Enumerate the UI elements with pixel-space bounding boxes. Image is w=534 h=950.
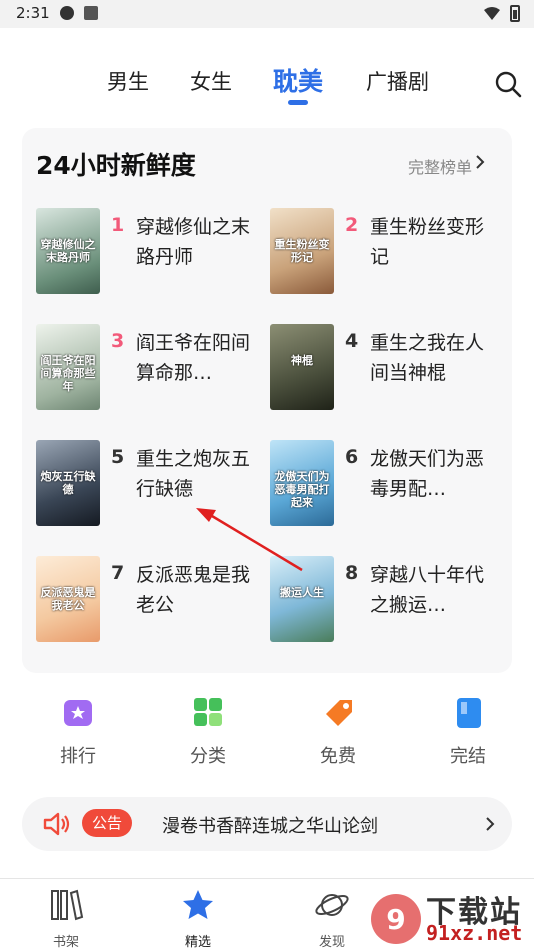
- book-item[interactable]: 反派恶鬼是我老公 7 反派恶鬼是我老公: [36, 556, 266, 646]
- book-title[interactable]: 重生粉丝变形记: [370, 212, 485, 272]
- book-title[interactable]: 重生之炮灰五行缺德: [136, 444, 251, 504]
- book-cover[interactable]: 重生粉丝变形记: [270, 208, 334, 294]
- rank-number: 7: [111, 562, 125, 584]
- tag-icon: [326, 700, 352, 726]
- book-cover[interactable]: 反派恶鬼是我老公: [36, 556, 100, 642]
- book-title[interactable]: 阎王爷在阳间算命那…: [136, 328, 251, 388]
- ranking-title: 24小时新鲜度: [36, 151, 196, 180]
- rank-number: 3: [111, 330, 125, 352]
- app-notification-icon: [60, 6, 74, 20]
- book-cover[interactable]: 穿越修仙之末路丹师: [36, 208, 100, 294]
- book-title[interactable]: 龙傲天们为恶毒男配…: [370, 444, 485, 504]
- svg-text:9: 9: [386, 903, 405, 936]
- book-icon: [457, 698, 481, 728]
- book-item[interactable]: 阎王爷在阳间算命那些年 3 阎王爷在阳间算命那…: [36, 324, 266, 414]
- battery-icon: [510, 5, 520, 22]
- book-title[interactable]: 反派恶鬼是我老公: [136, 560, 251, 620]
- status-bar: 2:31: [0, 0, 534, 28]
- category-tabs: 男生 女生 耽美 广播剧: [0, 60, 534, 108]
- rank-number: 6: [345, 446, 359, 468]
- rank-number: 1: [111, 214, 125, 236]
- star-icon: [183, 890, 213, 919]
- watermark-logo: 9 下载站 91xz.net: [364, 885, 534, 950]
- search-icon[interactable]: [494, 70, 522, 98]
- a-notification-icon: [84, 6, 98, 20]
- rank-number: 8: [345, 562, 359, 584]
- shortcut-completed[interactable]: 完结: [428, 690, 508, 768]
- grid-icon: [194, 698, 222, 726]
- nav-featured[interactable]: 精选: [168, 887, 228, 950]
- book-item[interactable]: 炮灰五行缺德 5 重生之炮灰五行缺德: [36, 440, 266, 530]
- planet-icon: [315, 894, 349, 916]
- book-title[interactable]: 穿越八十年代之搬运…: [370, 560, 485, 620]
- speaker-icon: [43, 812, 70, 836]
- trophy-icon: [64, 700, 92, 726]
- shortcut-category[interactable]: 分类: [168, 690, 248, 768]
- shortcut-row: 排行 分类 免费 完结: [0, 690, 534, 770]
- shortcut-free[interactable]: 免费: [298, 690, 378, 768]
- status-time: 2:31: [16, 4, 50, 22]
- watermark-url: 91xz.net: [426, 921, 523, 945]
- shortcut-ranking[interactable]: 排行: [38, 690, 118, 768]
- watermark-badge-icon: 9: [371, 894, 421, 944]
- notice-badge: 公告: [82, 809, 132, 837]
- book-cover[interactable]: 龙傲天们为恶毒男配打起来: [270, 440, 334, 526]
- book-item[interactable]: 龙傲天们为恶毒男配打起来 6 龙傲天们为恶毒男配…: [270, 440, 500, 530]
- notice-bar[interactable]: 公告 漫卷书香醉连城之华山论剑: [22, 797, 512, 851]
- tab-danmei[interactable]: 耽美: [273, 62, 323, 98]
- active-tab-indicator: [288, 100, 308, 105]
- book-cover[interactable]: 搬运人生: [270, 556, 334, 642]
- book-title[interactable]: 穿越修仙之末路丹师: [136, 212, 251, 272]
- full-ranking-link[interactable]: 完整榜单: [408, 154, 472, 178]
- rank-number: 2: [345, 214, 359, 236]
- rank-number: 4: [345, 330, 359, 352]
- tab-radio-drama[interactable]: 广播剧: [366, 66, 429, 96]
- book-item[interactable]: 神棍 4 重生之我在人间当神棍: [270, 324, 500, 414]
- book-cover[interactable]: 阎王爷在阳间算命那些年: [36, 324, 100, 410]
- book-item[interactable]: 穿越修仙之末路丹师 1 穿越修仙之末路丹师: [36, 208, 266, 298]
- chevron-right-icon[interactable]: [480, 814, 500, 834]
- book-item[interactable]: 重生粉丝变形记 2 重生粉丝变形记: [270, 208, 500, 298]
- rank-number: 5: [111, 446, 125, 468]
- tab-female[interactable]: 女生: [190, 66, 232, 96]
- book-cover[interactable]: 神棍: [270, 324, 334, 410]
- nav-bookshelf[interactable]: 书架: [36, 887, 96, 950]
- book-item[interactable]: 搬运人生 8 穿越八十年代之搬运…: [270, 556, 500, 646]
- bookshelf-icon: [51, 889, 84, 921]
- nav-discover[interactable]: 发现: [302, 887, 362, 950]
- book-title[interactable]: 重生之我在人间当神棍: [370, 328, 485, 388]
- ranking-card: 24小时新鲜度 完整榜单 穿越修仙之末路丹师 1 穿越修仙之末路丹师 重生粉丝变…: [22, 128, 512, 673]
- wifi-icon: [484, 6, 500, 20]
- notice-text[interactable]: 漫卷书香醉连城之华山论剑: [162, 812, 378, 838]
- chevron-right-icon[interactable]: [470, 152, 490, 172]
- tab-male[interactable]: 男生: [107, 66, 149, 96]
- book-cover[interactable]: 炮灰五行缺德: [36, 440, 100, 526]
